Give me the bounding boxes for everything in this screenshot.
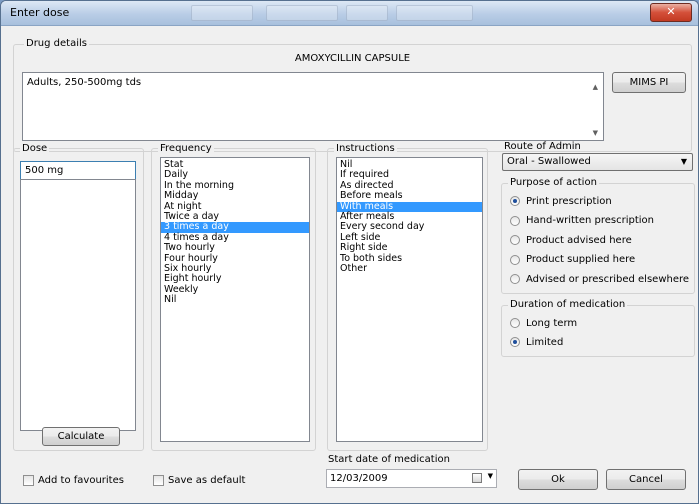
title-bar[interactable]: Enter dose ✕ (1, 1, 698, 26)
purpose-legend: Purpose of action (508, 177, 599, 188)
start-date-input[interactable]: 12/03/2009 ▼ (326, 469, 497, 488)
frequency-list-item[interactable]: Midday (161, 190, 309, 201)
instructions-label: Instructions (334, 143, 397, 154)
dose-input[interactable]: 500 mg (20, 161, 136, 180)
frequency-label: Frequency (158, 143, 214, 154)
purpose-option-label: Product supplied here (526, 254, 636, 265)
frequency-list-item[interactable]: Two hourly (161, 242, 309, 253)
radio-button[interactable] (510, 215, 520, 226)
instructions-group: Instructions Nil If required As directed Be… (327, 143, 488, 451)
purpose-group: Purpose of action Print prescription Hand… (501, 177, 695, 294)
route-value: Oral - Swallowed (507, 156, 591, 167)
dose-list[interactable] (20, 179, 136, 431)
frequency-list[interactable]: Stat Daily In the morning Midday At night Twi… (160, 157, 310, 442)
dose-label: Dose (20, 143, 50, 154)
add-favourites-label: Add to favourites (38, 474, 124, 486)
drug-details-group: Drug details AMOXYCILLIN CAPSULE Adults,… (13, 38, 692, 152)
chevron-down-icon[interactable]: ▼ (488, 472, 493, 480)
background-window-ghost (191, 5, 253, 21)
calendar-icon[interactable] (472, 473, 482, 483)
purpose-radio-option[interactable]: Print prescription (510, 194, 612, 208)
radio-button[interactable] (510, 337, 520, 347)
duration-radio-option[interactable]: Long term (510, 316, 577, 330)
scroll-down-icon[interactable]: ▼ (593, 129, 598, 137)
instructions-list-item[interactable]: Right side (337, 242, 482, 253)
enter-dose-dialog: Enter dose ✕ Drug details AMOXYCILLIN CA… (0, 0, 699, 504)
radio-button[interactable] (510, 274, 520, 284)
purpose-radio-option[interactable]: Product advised here (510, 233, 632, 247)
start-date-value: 12/03/2009 (330, 473, 388, 484)
route-label: Route of Admin (504, 141, 581, 152)
duration-radio-option[interactable]: Limited (510, 335, 563, 349)
instructions-list-item[interactable]: Before meals (337, 190, 482, 201)
calculate-button[interactable]: Calculate (42, 427, 120, 446)
instructions-list-item[interactable]: Other (337, 263, 482, 274)
frequency-list-item[interactable]: Weekly (161, 284, 309, 295)
purpose-radio-option[interactable]: Product supplied here (510, 253, 635, 267)
purpose-option-label: Hand-written prescription (526, 215, 655, 226)
route-select[interactable]: Oral - Swallowed ▼ (502, 153, 693, 171)
save-default-checkbox[interactable] (153, 474, 164, 486)
cancel-button[interactable]: Cancel (606, 469, 686, 490)
purpose-option-label: Print prescription (526, 195, 612, 207)
save-default-label: Save as default (168, 474, 246, 486)
scroll-up-icon[interactable]: ▲ (593, 83, 598, 91)
background-window-ghost (346, 5, 388, 21)
radio-button[interactable] (510, 196, 520, 206)
start-date-label: Start date of medication (328, 454, 450, 465)
drug-name: AMOXYCILLIN CAPSULE (294, 53, 411, 64)
frequency-list-item[interactable]: Nil (161, 294, 309, 305)
mims-pi-button[interactable]: MIMS PI (612, 72, 686, 93)
radio-button[interactable] (510, 254, 520, 265)
duration-option-label: Limited (526, 336, 564, 348)
add-favourites-row[interactable]: Add to favourites (23, 473, 124, 487)
chevron-down-icon: ▼ (680, 157, 687, 166)
duration-option-label: Long term (526, 317, 578, 329)
dose-value: 500 mg (25, 165, 64, 176)
frequency-group: Frequency Stat Daily In the morning Midday A… (151, 143, 316, 451)
radio-button[interactable] (510, 318, 520, 328)
background-window-ghost (266, 5, 338, 21)
purpose-radio-option[interactable]: Hand-written prescription (510, 214, 654, 228)
dose-group: Dose 500 mg Calculate (13, 143, 144, 451)
close-icon: ✕ (666, 5, 676, 18)
instructions-list[interactable]: Nil If required As directed Before meals Wit… (336, 157, 483, 442)
drug-details-legend: Drug details (24, 38, 89, 49)
duration-legend: Duration of medication (508, 299, 628, 310)
dose-description-text: Adults, 250-500mg tds (27, 77, 142, 88)
purpose-option-label: Product advised here (526, 234, 632, 246)
duration-group: Duration of medication Long term Limited (501, 299, 695, 357)
add-favourites-checkbox[interactable] (23, 474, 34, 486)
dose-description-box: Adults, 250-500mg tds ▲ ▼ (22, 72, 604, 141)
dialog-client: Drug details AMOXYCILLIN CAPSULE Adults,… (1, 26, 698, 503)
purpose-radio-option[interactable]: Advised or prescribed elsewhere (510, 272, 689, 286)
window-title: Enter dose (10, 6, 70, 19)
background-window-ghost (396, 5, 473, 21)
save-default-row[interactable]: Save as default (153, 473, 245, 487)
radio-button[interactable] (510, 235, 520, 245)
close-button[interactable]: ✕ (650, 3, 692, 22)
ok-button[interactable]: Ok (518, 469, 598, 490)
purpose-option-label: Advised or prescribed elsewhere (526, 273, 690, 285)
